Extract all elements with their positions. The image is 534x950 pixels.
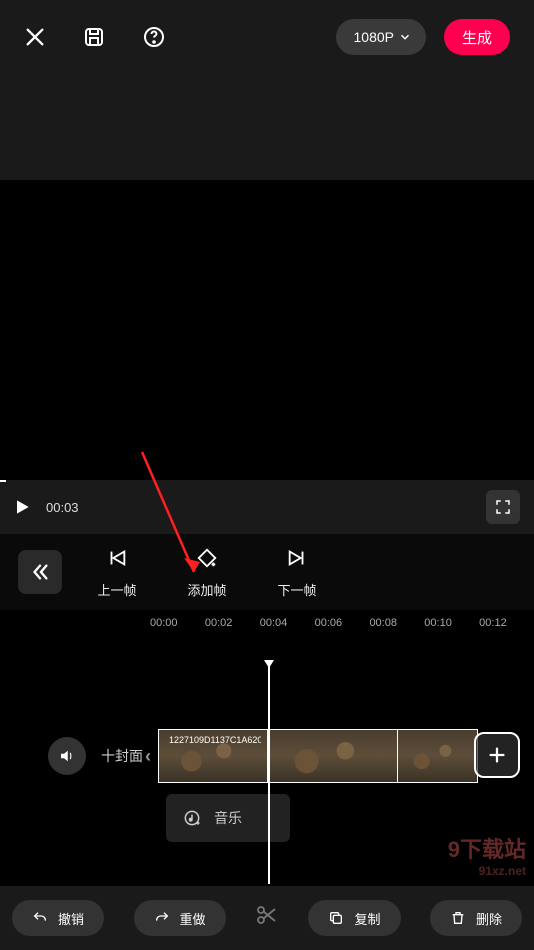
ruler-tick: 00:12	[479, 617, 534, 629]
next-frame-label: 下一帧	[277, 580, 316, 599]
copy-button[interactable]: 复制	[308, 900, 400, 936]
clip-thumbnail	[268, 730, 397, 782]
trash-icon	[450, 910, 466, 926]
close-icon	[24, 26, 46, 48]
upper-band	[0, 74, 534, 180]
add-clip-button[interactable]	[474, 732, 520, 778]
copy-icon	[328, 910, 344, 926]
watermark-small: 91xz.net	[448, 864, 526, 878]
chevron-down-icon	[398, 30, 412, 44]
time-ruler[interactable]: 00:00 00:02 00:04 00:06 00:08 00:10 00:1…	[0, 610, 534, 636]
save-icon	[82, 25, 106, 49]
prev-frame-icon	[106, 547, 128, 569]
frame-nav-items: 上一帧 添加帧 下一帧	[92, 546, 322, 599]
watermark-big: 9下载站	[448, 837, 526, 862]
cover-button[interactable]: 十封面	[100, 729, 144, 783]
undo-button[interactable]: 撤销	[12, 900, 104, 936]
top-bar-right: 1080P 生成	[336, 19, 511, 55]
watermark: 9下载站 91xz.net	[448, 832, 526, 878]
resolution-label: 1080P	[354, 29, 394, 45]
scissors-icon	[255, 903, 279, 927]
frame-nav-bar: 上一帧 添加帧 下一帧	[0, 534, 534, 610]
add-music-button[interactable]: 音乐	[166, 794, 290, 842]
plus-icon	[486, 744, 508, 766]
music-add-icon	[182, 808, 202, 828]
music-label: 音乐	[214, 808, 242, 828]
clip-filename: 1227109D1137C1A6204530200666EB31.mp4	[169, 735, 261, 745]
generate-button[interactable]: 生成	[444, 19, 510, 55]
video-preview[interactable]	[0, 180, 534, 480]
generate-label: 生成	[462, 27, 492, 48]
redo-icon	[154, 910, 170, 926]
playback-bar: 00:03	[0, 480, 534, 534]
collapse-button[interactable]	[18, 550, 62, 594]
ruler-tick: 00:04	[260, 617, 315, 629]
top-bar-left	[24, 25, 166, 49]
undo-label: 撤销	[58, 909, 84, 928]
timeline-spacer	[0, 636, 534, 724]
video-track: 十封面 ‹ 1227109D1137C1A6204530200666EB31.m…	[0, 724, 534, 788]
copy-label: 复制	[354, 909, 380, 928]
ruler-tick: 00:02	[205, 617, 260, 629]
fullscreen-button[interactable]	[486, 490, 520, 524]
fullscreen-icon	[494, 498, 512, 516]
redo-label: 重做	[180, 909, 206, 928]
delete-label: 删除	[476, 909, 502, 928]
clip-filename-row: 1227109D1137C1A6204530200666EB31.mp4	[165, 734, 261, 745]
top-bar: 1080P 生成	[0, 0, 534, 74]
ruler-tick: 00:08	[369, 617, 424, 629]
help-icon	[142, 25, 166, 49]
clip-thumbnail	[398, 730, 477, 782]
speaker-icon	[58, 747, 76, 765]
keyframe-add-icon	[196, 547, 218, 569]
close-button[interactable]	[24, 26, 46, 48]
resolution-selector[interactable]: 1080P	[336, 19, 426, 55]
next-frame-icon	[286, 547, 308, 569]
mute-button[interactable]	[48, 737, 86, 775]
ruler-tick: 00:10	[424, 617, 479, 629]
play-button[interactable]	[12, 497, 32, 517]
undo-icon	[32, 910, 48, 926]
timeline-playhead[interactable]	[268, 664, 270, 884]
play-icon	[12, 497, 32, 517]
clip-handle-left[interactable]: ‹	[144, 729, 152, 783]
bottom-toolbar: 撤销 重做 复制 删除	[0, 886, 534, 950]
help-button[interactable]	[142, 25, 166, 49]
prev-frame-label: 上一帧	[97, 580, 136, 599]
ruler-tick: 00:00	[150, 617, 205, 629]
cover-label: 十封面	[101, 746, 143, 766]
delete-button[interactable]: 删除	[430, 900, 522, 936]
add-frame-button[interactable]: 添加帧	[182, 546, 232, 599]
prev-frame-button[interactable]: 上一帧	[92, 546, 142, 599]
next-frame-button[interactable]: 下一帧	[272, 546, 322, 599]
chevron-double-left-icon	[29, 561, 51, 583]
add-frame-label: 添加帧	[187, 580, 226, 599]
save-button[interactable]	[82, 25, 106, 49]
ruler-tick: 00:06	[315, 617, 370, 629]
redo-button[interactable]: 重做	[134, 900, 226, 936]
split-button[interactable]	[255, 903, 279, 934]
current-time: 00:03	[46, 500, 79, 515]
